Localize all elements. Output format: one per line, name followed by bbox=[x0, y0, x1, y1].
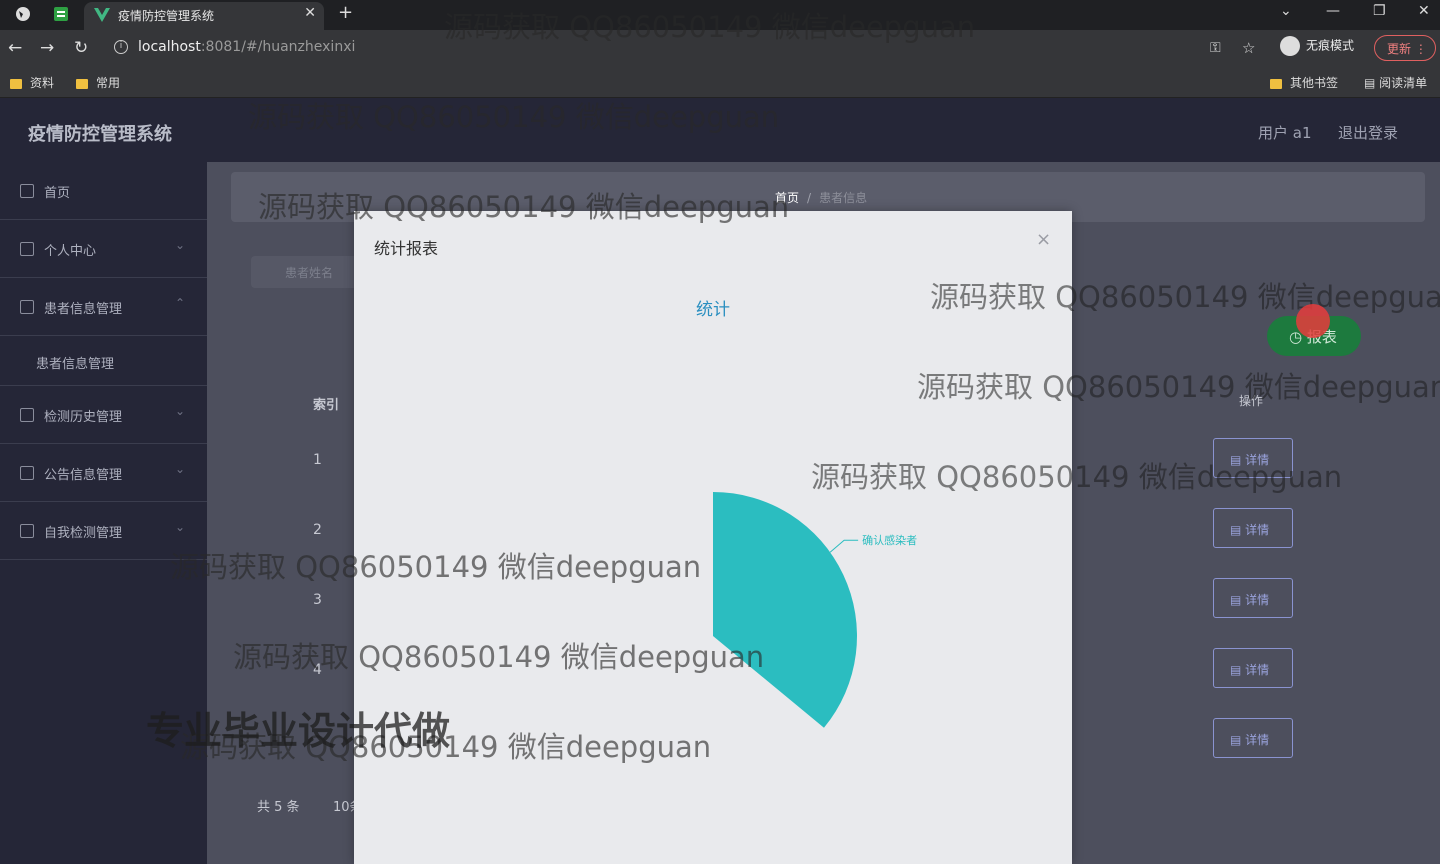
tab-title: 疫情防控管理系统 bbox=[118, 9, 215, 23]
new-tab-button[interactable]: + bbox=[338, 2, 353, 23]
sidebar-item-announcements[interactable]: 公告信息管理 ⌄ bbox=[0, 444, 207, 502]
pagination-total: 共 5 条 bbox=[257, 800, 300, 815]
reload-icon[interactable]: ↻ bbox=[74, 38, 88, 58]
promo-banner-text: 专业毕业设计代做 bbox=[146, 709, 451, 753]
globe-icon[interactable] bbox=[14, 5, 32, 23]
url-path: :8081/#/huanzhexinxi bbox=[200, 39, 356, 55]
folder-icon bbox=[10, 78, 22, 89]
detail-button[interactable]: ▤ 详情 bbox=[1213, 648, 1293, 688]
close-icon[interactable]: × bbox=[1036, 229, 1051, 250]
user-icon bbox=[20, 242, 34, 256]
apps-icon bbox=[20, 524, 34, 538]
tab-active[interactable]: 疫情防控管理系统 ✕ bbox=[84, 2, 324, 30]
folder-icon bbox=[1270, 78, 1282, 89]
chevron-up-icon: ⌃ bbox=[174, 296, 185, 310]
home-icon bbox=[20, 184, 34, 198]
update-button[interactable]: 更新 ⋮ bbox=[1374, 35, 1436, 61]
chevron-down-icon: ⌄ bbox=[174, 238, 185, 252]
row-index: 3 bbox=[313, 592, 322, 608]
forward-icon[interactable]: → bbox=[40, 38, 54, 58]
watermark-text: 源码获取 QQ86050149 微信deepguan bbox=[233, 640, 765, 674]
watermark-text: 源码获取 QQ86050149 微信deepguan bbox=[444, 10, 976, 44]
watermark-text: 源码获取 QQ86050149 微信deepguan bbox=[248, 100, 780, 134]
detail-button[interactable]: ▤ 详情 bbox=[1213, 578, 1293, 618]
key-icon[interactable]: ⚿ bbox=[1210, 40, 1221, 56]
app-tab-icon[interactable] bbox=[52, 5, 70, 23]
list-icon bbox=[20, 466, 34, 480]
watermark-text: 源码获取 QQ86050149 微信deepguan bbox=[258, 190, 790, 224]
vue-logo-icon bbox=[94, 8, 110, 22]
app-title: 疫情防控管理系统 bbox=[28, 124, 172, 145]
mail-icon bbox=[20, 408, 34, 422]
chevron-down-icon: ⌄ bbox=[174, 462, 185, 476]
mouse-click-indicator bbox=[1296, 304, 1330, 338]
grid-icon bbox=[20, 300, 34, 314]
watermark-text: 源码获取 QQ86050149 微信deepguan bbox=[917, 370, 1440, 404]
watermark-text: 源码获取 QQ86050149 微信deepguan bbox=[811, 460, 1343, 494]
reading-list[interactable]: ▤ 阅读清单 bbox=[1364, 74, 1427, 91]
restore-icon[interactable]: ❐ bbox=[1373, 3, 1386, 19]
info-icon[interactable]: i bbox=[114, 40, 128, 54]
breadcrumb-current: 患者信息 bbox=[819, 191, 868, 205]
chevron-down-icon[interactable]: ⌄ bbox=[1280, 3, 1292, 19]
chevron-down-icon: ⌄ bbox=[174, 404, 185, 418]
bookmark-folder[interactable]: 资料 bbox=[10, 74, 54, 91]
dialog-title: 统计报表 bbox=[374, 239, 439, 258]
star-icon[interactable]: ☆ bbox=[1242, 39, 1255, 57]
incognito-icon bbox=[1280, 36, 1300, 56]
column-header-index: 索引 bbox=[313, 398, 340, 413]
reading-list-icon: ▤ bbox=[1364, 76, 1380, 90]
window-close-icon[interactable]: ✕ bbox=[1418, 3, 1430, 19]
chart-title: 统计 bbox=[696, 300, 730, 320]
current-user: 用户 a1 bbox=[1258, 124, 1312, 142]
folder-icon bbox=[76, 78, 88, 89]
incognito-profile[interactable]: 无痕模式 bbox=[1280, 36, 1354, 56]
sidebar-item-home[interactable]: 首页 bbox=[0, 162, 207, 220]
watermark-text: 源码获取 QQ86050149 微信deepguan bbox=[170, 550, 702, 584]
bookmark-other[interactable]: 其他书签 bbox=[1270, 74, 1338, 91]
pie-label-line bbox=[829, 539, 859, 553]
row-index: 1 bbox=[313, 452, 322, 468]
close-icon[interactable]: ✕ bbox=[304, 5, 316, 21]
sidebar-item-profile[interactable]: 个人中心 ⌄ bbox=[0, 220, 207, 278]
sidebar-item-patients[interactable]: 患者信息管理 ⌃ bbox=[0, 278, 207, 336]
pie-slice[interactable] bbox=[713, 492, 857, 728]
logout-link[interactable]: 退出登录 bbox=[1338, 122, 1398, 143]
back-icon[interactable]: ← bbox=[8, 38, 22, 58]
detail-button[interactable]: ▤ 详情 bbox=[1213, 718, 1293, 758]
minimize-icon[interactable]: — bbox=[1326, 3, 1340, 19]
sidebar: 首页 个人中心 ⌄ 患者信息管理 ⌃ 患者信息管理 检测历史管理 ⌄ 公告信息管理 ⌄ … bbox=[0, 162, 207, 864]
sidebar-item-test-history[interactable]: 检测历史管理 ⌄ bbox=[0, 386, 207, 444]
watermark-text: 源码获取 QQ86050149 微信deepguan bbox=[930, 280, 1440, 314]
url-host: localhost bbox=[138, 39, 201, 55]
sidebar-subitem-patients[interactable]: 患者信息管理 bbox=[0, 336, 207, 386]
chevron-down-icon: ⌄ bbox=[174, 520, 185, 534]
row-index: 2 bbox=[313, 522, 322, 538]
bookmark-folder[interactable]: 常用 bbox=[76, 74, 120, 91]
detail-button[interactable]: ▤ 详情 bbox=[1213, 508, 1293, 548]
pie-slice-label: 确认感染者 bbox=[862, 533, 917, 547]
